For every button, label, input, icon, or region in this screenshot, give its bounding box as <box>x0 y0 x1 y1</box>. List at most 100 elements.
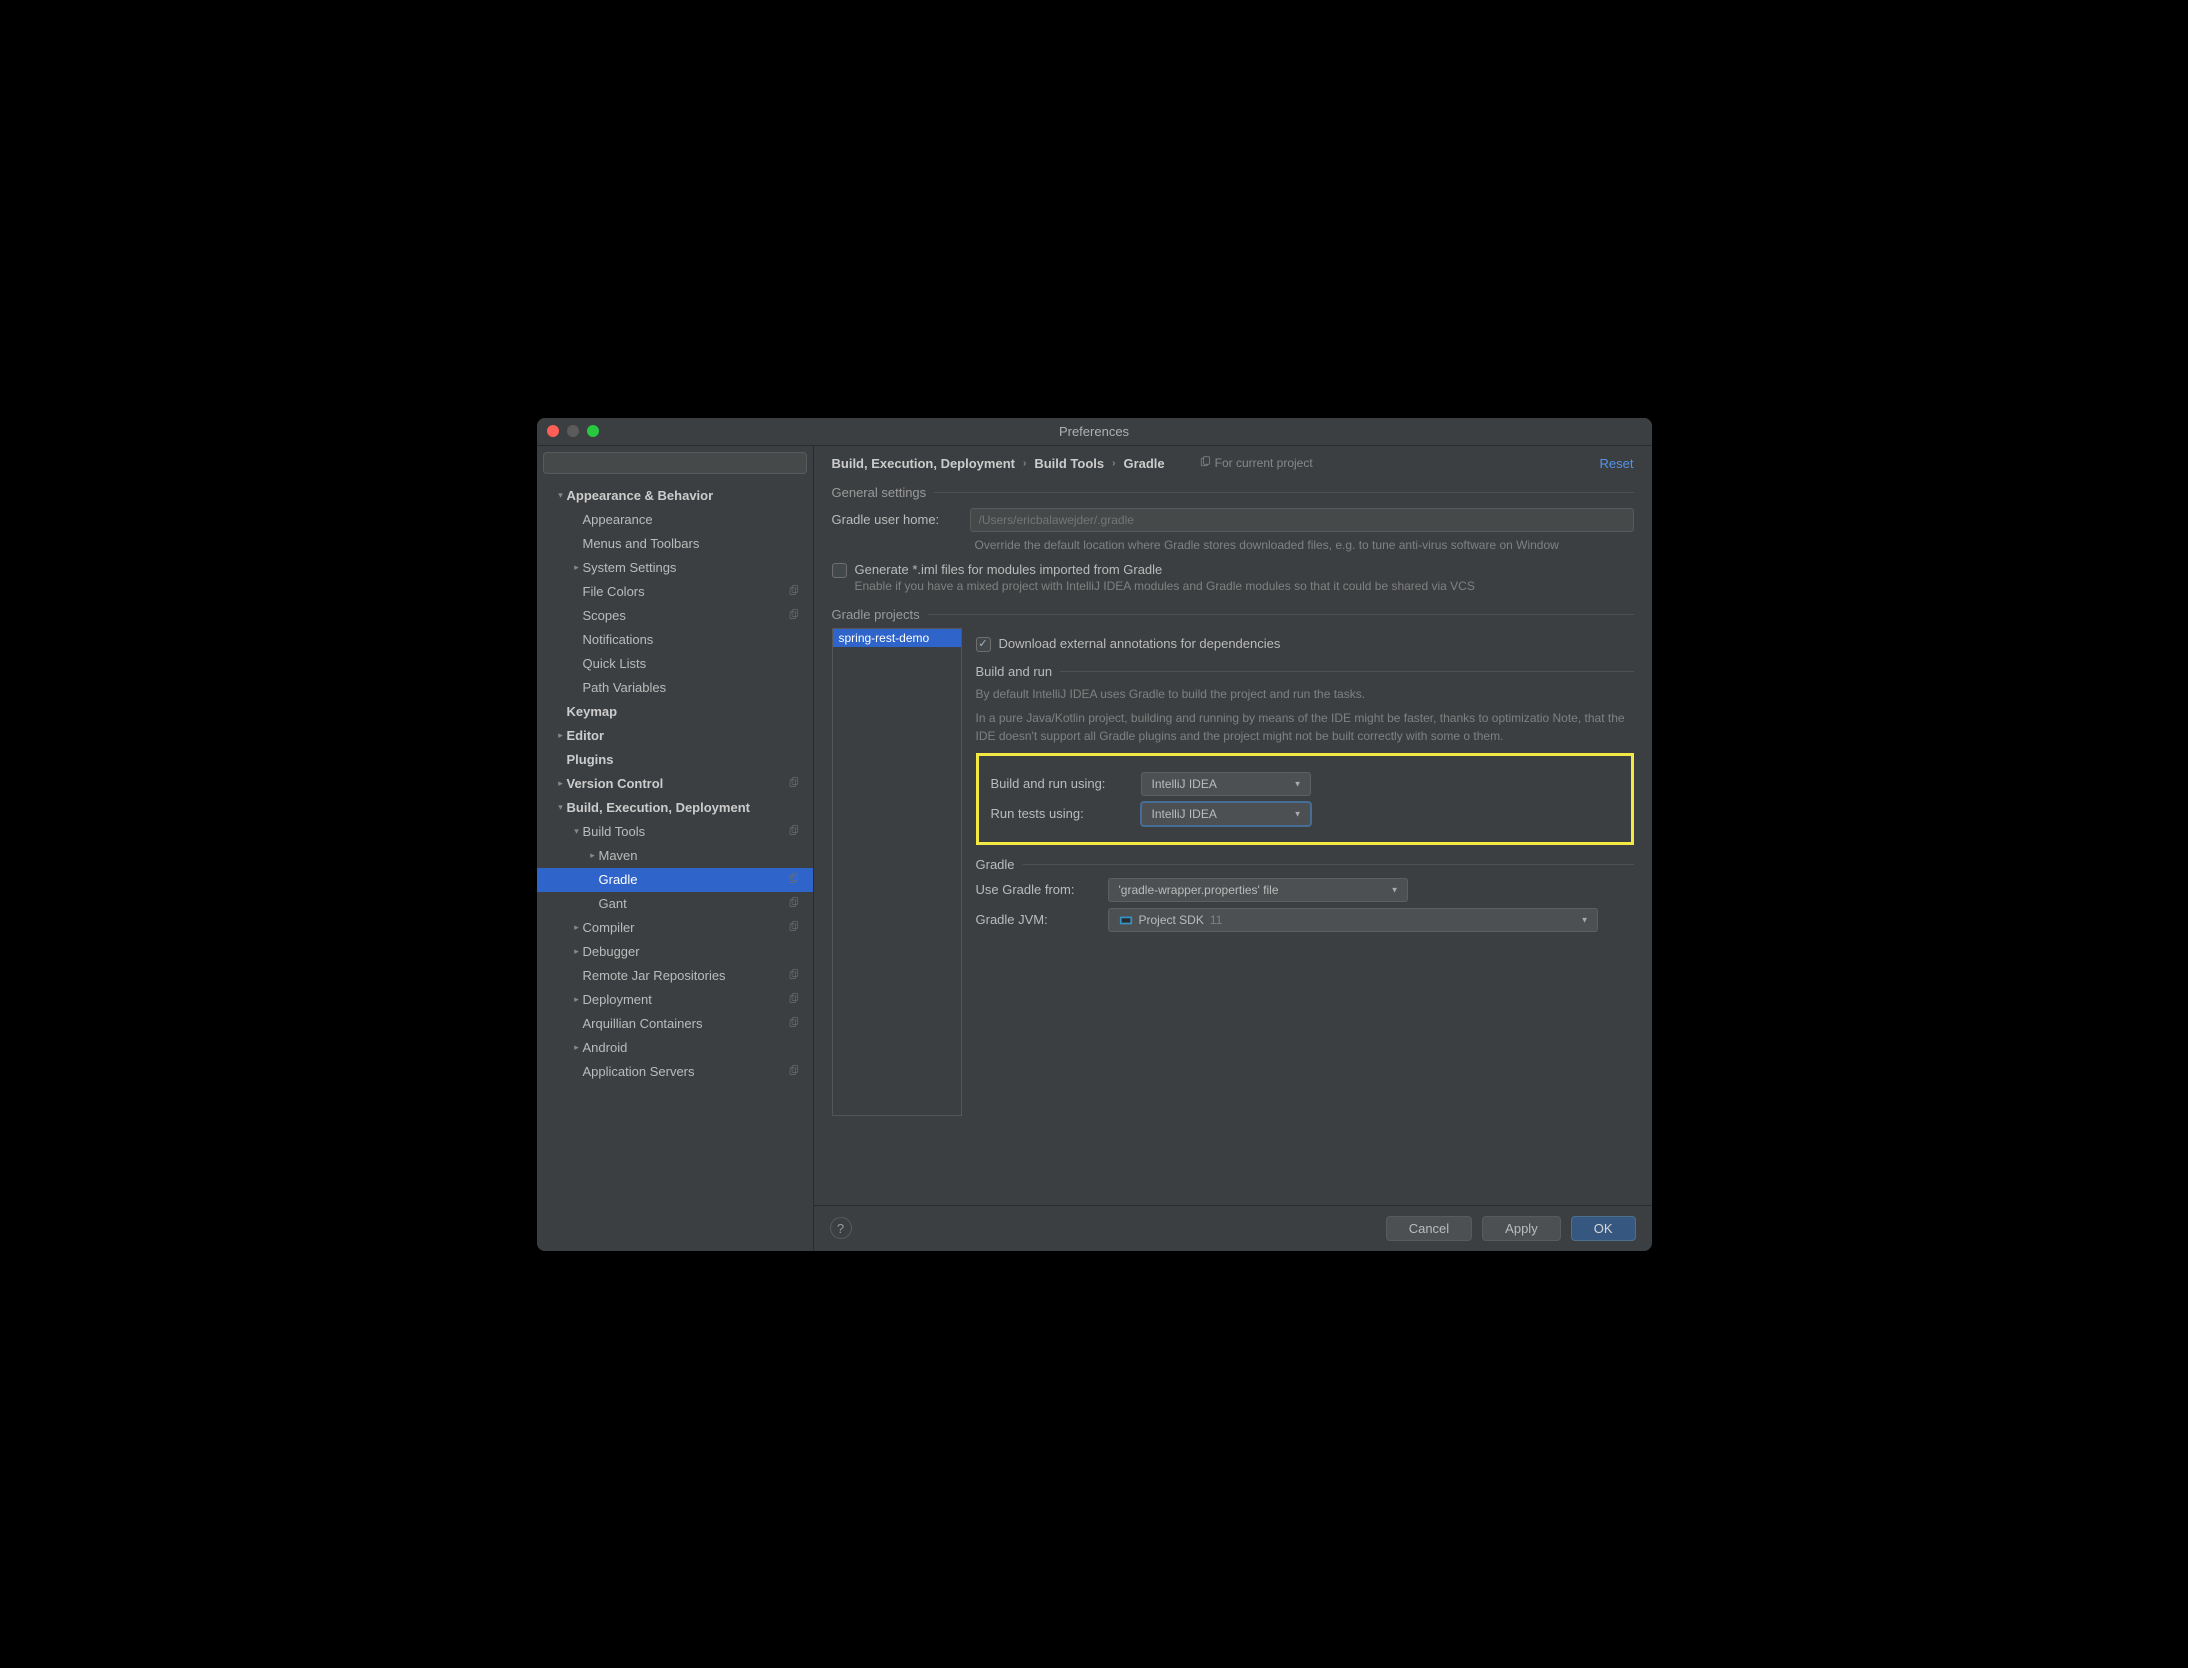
copy-icon <box>788 873 799 887</box>
tree-item-label: System Settings <box>583 560 805 575</box>
titlebar: Preferences <box>537 418 1652 446</box>
project-list-item[interactable]: spring-rest-demo <box>833 629 961 647</box>
tree-item-notifications[interactable]: Notifications <box>537 628 813 652</box>
tree-item-appearance[interactable]: Appearance <box>537 508 813 532</box>
tree-item-arquillian-containers[interactable]: Arquillian Containers <box>537 1012 813 1036</box>
tree-item-label: Menus and Toolbars <box>583 536 805 551</box>
tree-item-label: File Colors <box>583 584 788 599</box>
tree-item-label: Arquillian Containers <box>583 1016 788 1031</box>
copy-icon <box>788 1017 799 1031</box>
tree-item-label: Editor <box>567 728 805 743</box>
project-list[interactable]: spring-rest-demo <box>832 628 962 1116</box>
tree-item-maven[interactable]: ▸Maven <box>537 844 813 868</box>
gradle-home-input[interactable] <box>970 508 1634 532</box>
tree-item-label: Debugger <box>583 944 805 959</box>
tree-arrow-icon: ▸ <box>571 562 583 573</box>
tree-item-debugger[interactable]: ▸Debugger <box>537 940 813 964</box>
tests-using-select[interactable]: IntelliJ IDEA ▼ <box>1141 802 1311 826</box>
tree-arrow-icon: ▾ <box>571 826 583 837</box>
breadcrumb-part[interactable]: Build Tools <box>1034 456 1104 471</box>
tree-item-label: Notifications <box>583 632 805 647</box>
tree-item-compiler[interactable]: ▸Compiler <box>537 916 813 940</box>
use-gradle-from-select[interactable]: 'gradle-wrapper.properties' file ▼ <box>1108 878 1408 902</box>
tree-arrow-icon: ▸ <box>571 946 583 957</box>
highlighted-settings: Build and run using: IntelliJ IDEA ▼ Run… <box>976 753 1634 845</box>
copy-icon <box>788 897 799 911</box>
tree-item-quick-lists[interactable]: Quick Lists <box>537 652 813 676</box>
tree-item-label: Path Variables <box>583 680 805 695</box>
sidebar: ▾Appearance & BehaviorAppearance Menus an… <box>537 446 814 1251</box>
tree-item-keymap[interactable]: Keymap <box>537 700 813 724</box>
generate-iml-checkbox[interactable] <box>832 563 847 578</box>
tree-item-build-execution-deployment[interactable]: ▾Build, Execution, Deployment <box>537 796 813 820</box>
copy-icon <box>788 1065 799 1079</box>
tree-item-deployment[interactable]: ▸Deployment <box>537 988 813 1012</box>
copy-icon <box>788 609 799 623</box>
tree-item-label: Application Servers <box>583 1064 788 1079</box>
tree-item-build-tools[interactable]: ▾Build Tools <box>537 820 813 844</box>
tree-item-label: Quick Lists <box>583 656 805 671</box>
tree-item-file-colors[interactable]: File Colors <box>537 580 813 604</box>
tree-item-plugins[interactable]: Plugins <box>537 748 813 772</box>
reset-link[interactable]: Reset <box>1600 456 1634 471</box>
chevron-down-icon: ▼ <box>1294 779 1302 788</box>
help-button[interactable]: ? <box>830 1217 852 1239</box>
gradle-group-label: Gradle <box>976 857 1634 872</box>
tree-item-label: Gradle <box>599 872 788 887</box>
copy-icon <box>788 969 799 983</box>
tree-item-version-control[interactable]: ▸Version Control <box>537 772 813 796</box>
tree-arrow-icon: ▸ <box>571 922 583 933</box>
tests-using-label: Run tests using: <box>991 806 1131 821</box>
tree-arrow-icon: ▸ <box>571 994 583 1005</box>
apply-button[interactable]: Apply <box>1482 1216 1561 1241</box>
preferences-window: Preferences ▾Appearance & BehaviorAppear… <box>537 418 1652 1251</box>
tree-arrow-icon: ▸ <box>587 850 599 861</box>
tree-item-application-servers[interactable]: Application Servers <box>537 1060 813 1084</box>
tree-item-editor[interactable]: ▸Editor <box>537 724 813 748</box>
header: Build, Execution, Deployment › Build Too… <box>814 446 1652 481</box>
tree-item-label: Version Control <box>567 776 788 791</box>
chevron-down-icon: ▼ <box>1581 915 1589 924</box>
tree-item-gradle[interactable]: Gradle <box>537 868 813 892</box>
tree-item-label: Keymap <box>567 704 805 719</box>
build-using-select[interactable]: IntelliJ IDEA ▼ <box>1141 772 1311 796</box>
tree-item-label: Deployment <box>583 992 788 1007</box>
tree-arrow-icon: ▸ <box>555 778 567 789</box>
tree-item-gant[interactable]: Gant <box>537 892 813 916</box>
sdk-icon <box>1119 913 1133 927</box>
download-annotations-checkbox[interactable] <box>976 637 991 652</box>
tree-item-label: Maven <box>599 848 805 863</box>
tree-item-path-variables[interactable]: Path Variables <box>537 676 813 700</box>
copy-icon <box>788 777 799 791</box>
content: General settings Gradle user home: Overr… <box>814 481 1652 1205</box>
tree-item-remote-jar-repositories[interactable]: Remote Jar Repositories <box>537 964 813 988</box>
tree-item-android[interactable]: ▸Android <box>537 1036 813 1060</box>
copy-icon <box>788 921 799 935</box>
tree-item-scopes[interactable]: Scopes <box>537 604 813 628</box>
chevron-right-icon: › <box>1023 458 1026 469</box>
main-panel: Build, Execution, Deployment › Build Too… <box>814 446 1652 1251</box>
tree-item-system-settings[interactable]: ▸System Settings <box>537 556 813 580</box>
build-run-desc1: By default IntelliJ IDEA uses Gradle to … <box>976 685 1634 703</box>
breadcrumb-part[interactable]: Build, Execution, Deployment <box>832 456 1015 471</box>
scope-label: For current project <box>1199 456 1313 471</box>
tree-item-label: Scopes <box>583 608 788 623</box>
copy-icon <box>788 993 799 1007</box>
tree-item-label: Plugins <box>567 752 805 767</box>
tree-item-label: Build, Execution, Deployment <box>567 800 805 815</box>
tree-item-label: Remote Jar Repositories <box>583 968 788 983</box>
gradle-home-hint: Override the default location where Grad… <box>975 538 1634 552</box>
generate-iml-hint: Enable if you have a mixed project with … <box>855 579 1475 593</box>
ok-button[interactable]: OK <box>1571 1216 1636 1241</box>
tree-item-label: Android <box>583 1040 805 1055</box>
footer: ? Cancel Apply OK <box>814 1205 1652 1251</box>
search-input[interactable] <box>543 452 807 474</box>
breadcrumb-part: Gradle <box>1123 456 1164 471</box>
gradle-jvm-select[interactable]: Project SDK 11 ▼ <box>1108 908 1598 932</box>
tree-item-appearance-behavior[interactable]: ▾Appearance & Behavior <box>537 484 813 508</box>
copy-icon <box>788 585 799 599</box>
tree-item-menus-and-toolbars[interactable]: Menus and Toolbars <box>537 532 813 556</box>
cancel-button[interactable]: Cancel <box>1386 1216 1472 1241</box>
build-using-label: Build and run using: <box>991 776 1131 791</box>
general-settings-label: General settings <box>832 485 1634 500</box>
